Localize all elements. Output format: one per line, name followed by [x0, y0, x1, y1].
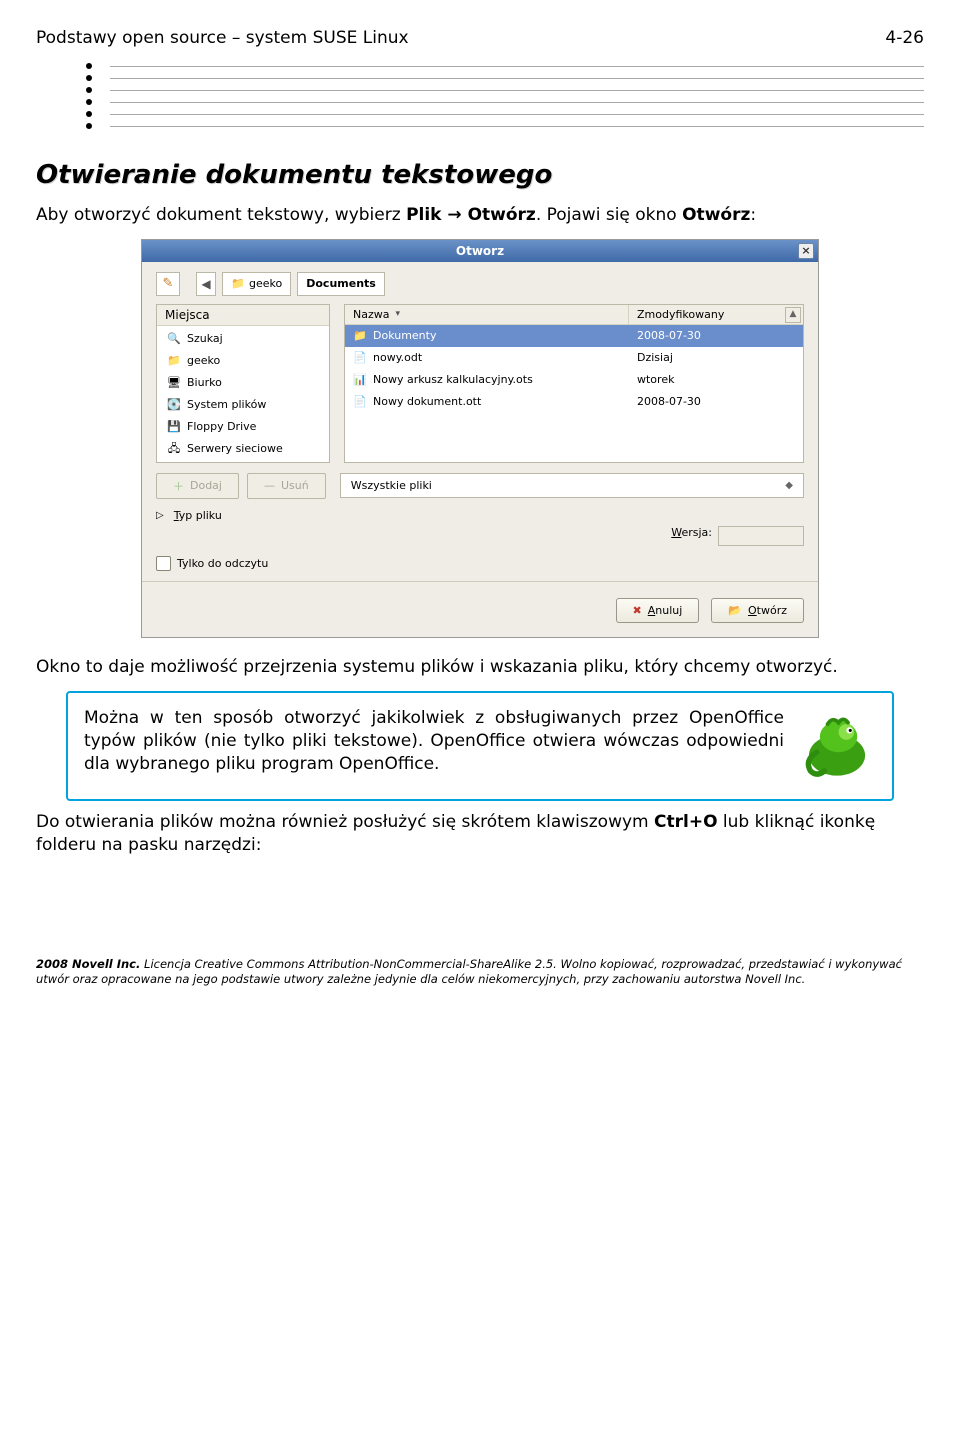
cancel-label: Anuluj [648, 604, 683, 617]
readonly-label: Tylko do odczytu [177, 557, 268, 570]
open-button[interactable]: 📂 Otwórz [711, 598, 804, 623]
file-name: Nowy dokument.ott [373, 395, 481, 408]
file-list-panel: Nazwa ▾ Zmodyfikowany 📁 Dokumenty 2008-07-… [344, 304, 804, 463]
blank-bullet-lines [86, 60, 924, 132]
file-modified: 2008-07-30 [629, 325, 803, 346]
breadcrumb-label: Documents [306, 277, 376, 290]
nav-back-icon[interactable]: ◀ [196, 272, 216, 296]
file-icon: 📄 [353, 351, 367, 365]
column-header-modified[interactable]: Zmodyfikowany [628, 305, 803, 324]
header-right: 4-26 [885, 28, 924, 48]
cancel-icon: ✖ [633, 604, 642, 617]
filter-value: Wszystkie pliki [351, 479, 432, 492]
intro-pre: Aby otworzyć dokument tekstowy, wybierz [36, 205, 406, 225]
places-panel: Miejsca 🔍 Szukaj 📁 geeko 🖥 Biurko 💽 System plik… [156, 304, 330, 463]
file-icon: 📁 [353, 329, 367, 343]
places-item[interactable]: 📁 geeko [161, 350, 325, 372]
place-icon: 🔍 [167, 332, 181, 346]
places-item[interactable]: 💾 Floppy Drive [161, 416, 325, 438]
remove-label: Usuń [281, 479, 309, 492]
scroll-up-icon[interactable]: ▲ [785, 307, 801, 323]
file-row[interactable]: 📄 Nowy dokument.ott 2008-07-30 [345, 391, 803, 413]
place-label: Biurko [187, 376, 222, 389]
dialog-title: Otworz [456, 244, 504, 258]
intro-paragraph: Aby otworzyć dokument tekstowy, wybierz … [36, 204, 924, 227]
place-label: Szukaj [187, 332, 223, 345]
open-dialog: Otworz × ✎ ◀ 📁 geeko Documents Miejsca 🔍… [141, 239, 819, 638]
column-header-name[interactable]: Nazwa ▾ [345, 305, 628, 324]
folder-open-icon: 📂 [728, 604, 742, 617]
section-heading: Otwieranie dokumentu tekstowego [36, 160, 924, 190]
intro-post1: . Pojawi się okno [536, 205, 682, 225]
col-name-label: Nazwa [353, 308, 389, 321]
chameleon-icon [798, 707, 876, 785]
open-label: Otwórz [748, 604, 787, 617]
version-label: Wersja: [671, 526, 712, 546]
dropdown-icon: ◆ [785, 480, 793, 491]
file-row[interactable]: 📊 Nowy arkusz kalkulacyjny.ots wtorek [345, 369, 803, 391]
close-icon[interactable]: × [798, 243, 814, 259]
folder-icon: 📁 [231, 277, 245, 291]
file-name: Nowy arkusz kalkulacyjny.ots [373, 373, 533, 386]
expand-icon[interactable]: ▷ [156, 510, 164, 521]
places-item[interactable]: 💽 System plików [161, 394, 325, 416]
place-icon: 💽 [167, 398, 181, 412]
tip-box: Można w ten sposób otworzyć jakikolwiek … [66, 691, 894, 801]
page-header: Podstawy open source – system SUSE Linux… [36, 28, 924, 48]
add-place-button[interactable]: ＋ Dodaj [156, 473, 239, 499]
remove-place-button[interactable]: — Usuń [247, 473, 326, 499]
closing-shortcut: Ctrl+O [654, 812, 718, 832]
cancel-button[interactable]: ✖ Anuluj [616, 598, 700, 623]
header-left: Podstawy open source – system SUSE Linux [36, 28, 409, 48]
page-footer: 2008 Novell Inc. Licencja Creative Commo… [36, 957, 924, 988]
place-icon: 🖥 [167, 376, 181, 390]
sort-asc-icon: ▾ [395, 309, 400, 319]
file-modified: 2008-07-30 [629, 391, 803, 412]
intro-menu-path: Plik → Otwórz [406, 205, 536, 225]
tip-text: Można w ten sposób otworzyć jakikolwiek … [84, 707, 784, 776]
intro-dialog-name: Otwórz [682, 205, 750, 225]
file-icon: 📄 [353, 395, 367, 409]
breadcrumb-geeko[interactable]: 📁 geeko [222, 272, 291, 296]
closing-pre: Do otwierania plików można również posłu… [36, 812, 654, 832]
readonly-checkbox[interactable] [156, 556, 171, 571]
file-modified: Dzisiaj [629, 347, 803, 368]
after-dialog-paragraph: Okno to daje możliwość przejrzenia syste… [36, 656, 924, 679]
filetype-expander[interactable]: TTyp plikuyp pliku [174, 509, 222, 522]
place-icon: 📁 [167, 354, 181, 368]
intro-post2: : [750, 205, 756, 225]
place-label: System plików [187, 398, 266, 411]
place-icon: 🖧 [167, 442, 181, 456]
breadcrumb-label: geeko [249, 277, 282, 290]
plus-icon: ＋ [173, 478, 184, 494]
file-row[interactable]: 📄 nowy.odt Dzisiaj [345, 347, 803, 369]
minus-icon: — [264, 479, 275, 492]
dialog-titlebar: Otworz × [142, 240, 818, 262]
file-name: nowy.odt [373, 351, 422, 364]
edit-path-icon[interactable]: ✎ [156, 272, 180, 296]
dialog-pathbar: ✎ ◀ 📁 geeko Documents [142, 262, 818, 304]
file-type-filter[interactable]: Wszystkie pliki ◆ [340, 473, 804, 498]
breadcrumb-documents[interactable]: Documents [297, 272, 385, 296]
place-label: Serwery sieciowe [187, 442, 283, 455]
place-label: geeko [187, 354, 220, 367]
file-icon: 📊 [353, 373, 367, 387]
file-name: Dokumenty [373, 329, 436, 342]
closing-paragraph: Do otwierania plików można również posłu… [36, 811, 924, 857]
places-item[interactable]: 🖧 Serwery sieciowe [161, 438, 325, 460]
places-header: Miejsca [157, 305, 329, 326]
version-select[interactable] [718, 526, 804, 546]
add-label: Dodaj [190, 479, 222, 492]
footer-license: Licencja Creative Commons Attribution-No… [36, 957, 902, 987]
place-label: Floppy Drive [187, 420, 256, 433]
place-icon: 💾 [167, 420, 181, 434]
footer-copyright: 2008 Novell Inc. [36, 957, 140, 971]
places-item[interactable]: 🔍 Szukaj [161, 328, 325, 350]
file-row[interactable]: 📁 Dokumenty 2008-07-30 [345, 325, 803, 347]
places-item[interactable]: 🖥 Biurko [161, 372, 325, 394]
file-modified: wtorek [629, 369, 803, 390]
